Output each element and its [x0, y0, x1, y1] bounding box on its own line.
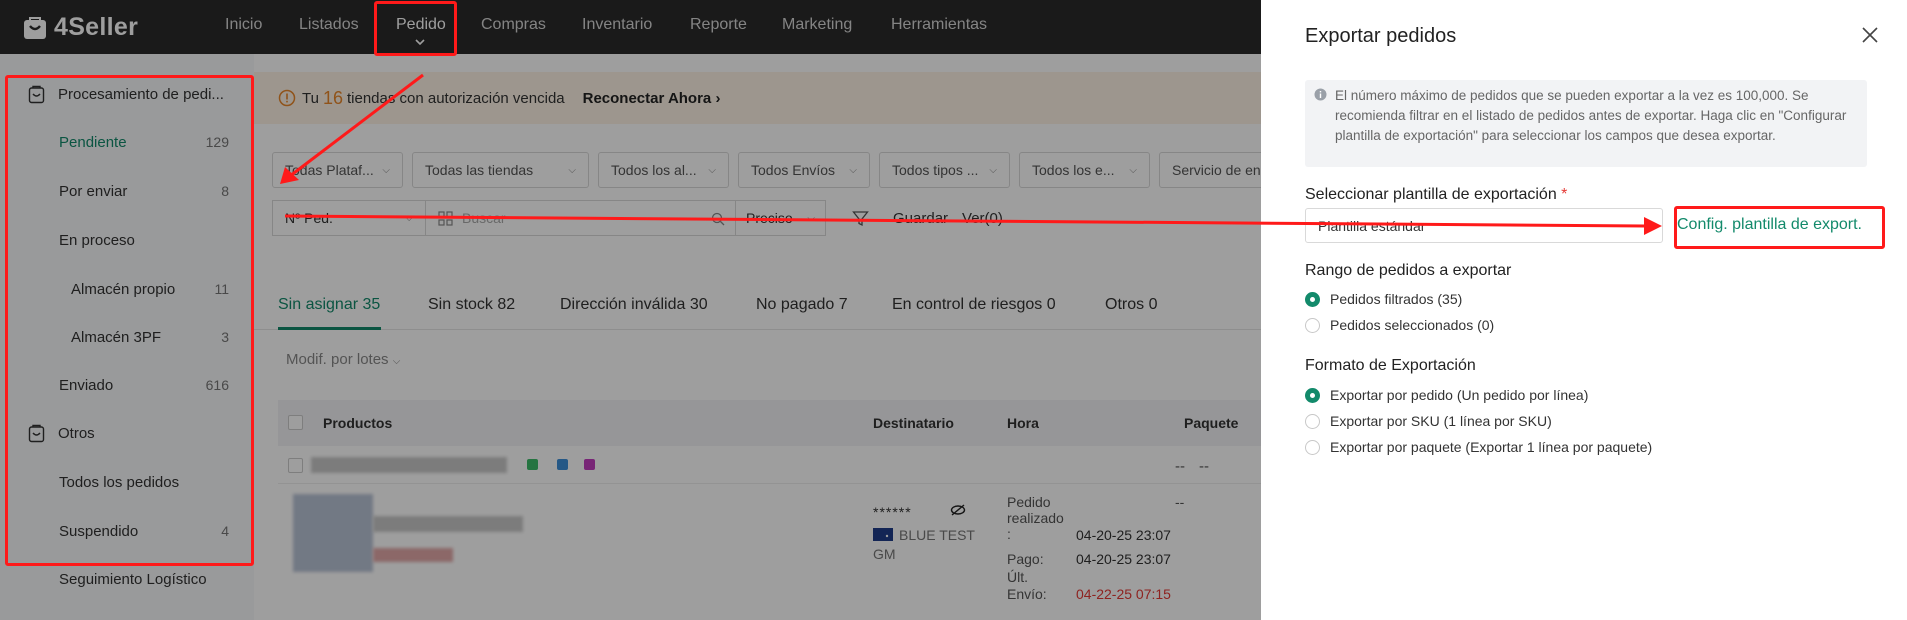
- template-label-text: Seleccionar plantilla de exportación: [1305, 186, 1557, 203]
- format-option-by-sku[interactable]: Exportar por SKU (1 línea por SKU): [1305, 413, 1552, 429]
- radio-unchecked-icon: [1305, 439, 1320, 455]
- annotation-box-pedido: [374, 1, 457, 56]
- format-option-by-package[interactable]: Exportar por paquete (Exportar 1 línea p…: [1305, 439, 1652, 455]
- radio-unchecked-icon: [1305, 413, 1320, 429]
- annotation-box-config-link: [1674, 206, 1885, 249]
- range-label: Rango de pedidos a exportar: [1305, 262, 1512, 279]
- format-label: Formato de Exportación: [1305, 357, 1476, 374]
- export-info-text: El número máximo de pedidos que se puede…: [1335, 88, 1847, 143]
- radio-label: Pedidos seleccionados (0): [1330, 317, 1495, 333]
- annotation-box-sidebar: [5, 75, 254, 566]
- radio-label: Exportar por paquete (Exportar 1 línea p…: [1330, 439, 1653, 455]
- format-option-by-order[interactable]: Exportar por pedido (Un pedido por línea…: [1305, 387, 1588, 403]
- radio-label: Pedidos filtrados (35): [1330, 291, 1463, 307]
- export-orders-drawer: Exportar pedidos El número máximo de ped…: [1261, 0, 1907, 620]
- radio-checked-icon: [1305, 387, 1320, 403]
- close-icon[interactable]: [1861, 26, 1879, 44]
- required-mark: *: [1561, 186, 1568, 203]
- export-info-notice: El número máximo de pedidos que se puede…: [1305, 80, 1867, 167]
- template-label: Seleccionar plantilla de exportación *: [1305, 186, 1567, 204]
- radio-unchecked-icon: [1305, 317, 1320, 333]
- info-icon: [1314, 88, 1327, 101]
- range-option-filtered[interactable]: Pedidos filtrados (35): [1305, 291, 1462, 307]
- drawer-title: Exportar pedidos: [1305, 25, 1457, 47]
- radio-label: Exportar por SKU (1 línea por SKU): [1330, 413, 1552, 429]
- range-option-selected[interactable]: Pedidos seleccionados (0): [1305, 317, 1494, 333]
- export-template-select[interactable]: Plantilla estándar: [1305, 208, 1663, 243]
- radio-label: Exportar por pedido (Un pedido por línea…: [1330, 387, 1589, 403]
- radio-checked-icon: [1305, 291, 1320, 307]
- export-template-value: Plantilla estándar: [1318, 217, 1426, 234]
